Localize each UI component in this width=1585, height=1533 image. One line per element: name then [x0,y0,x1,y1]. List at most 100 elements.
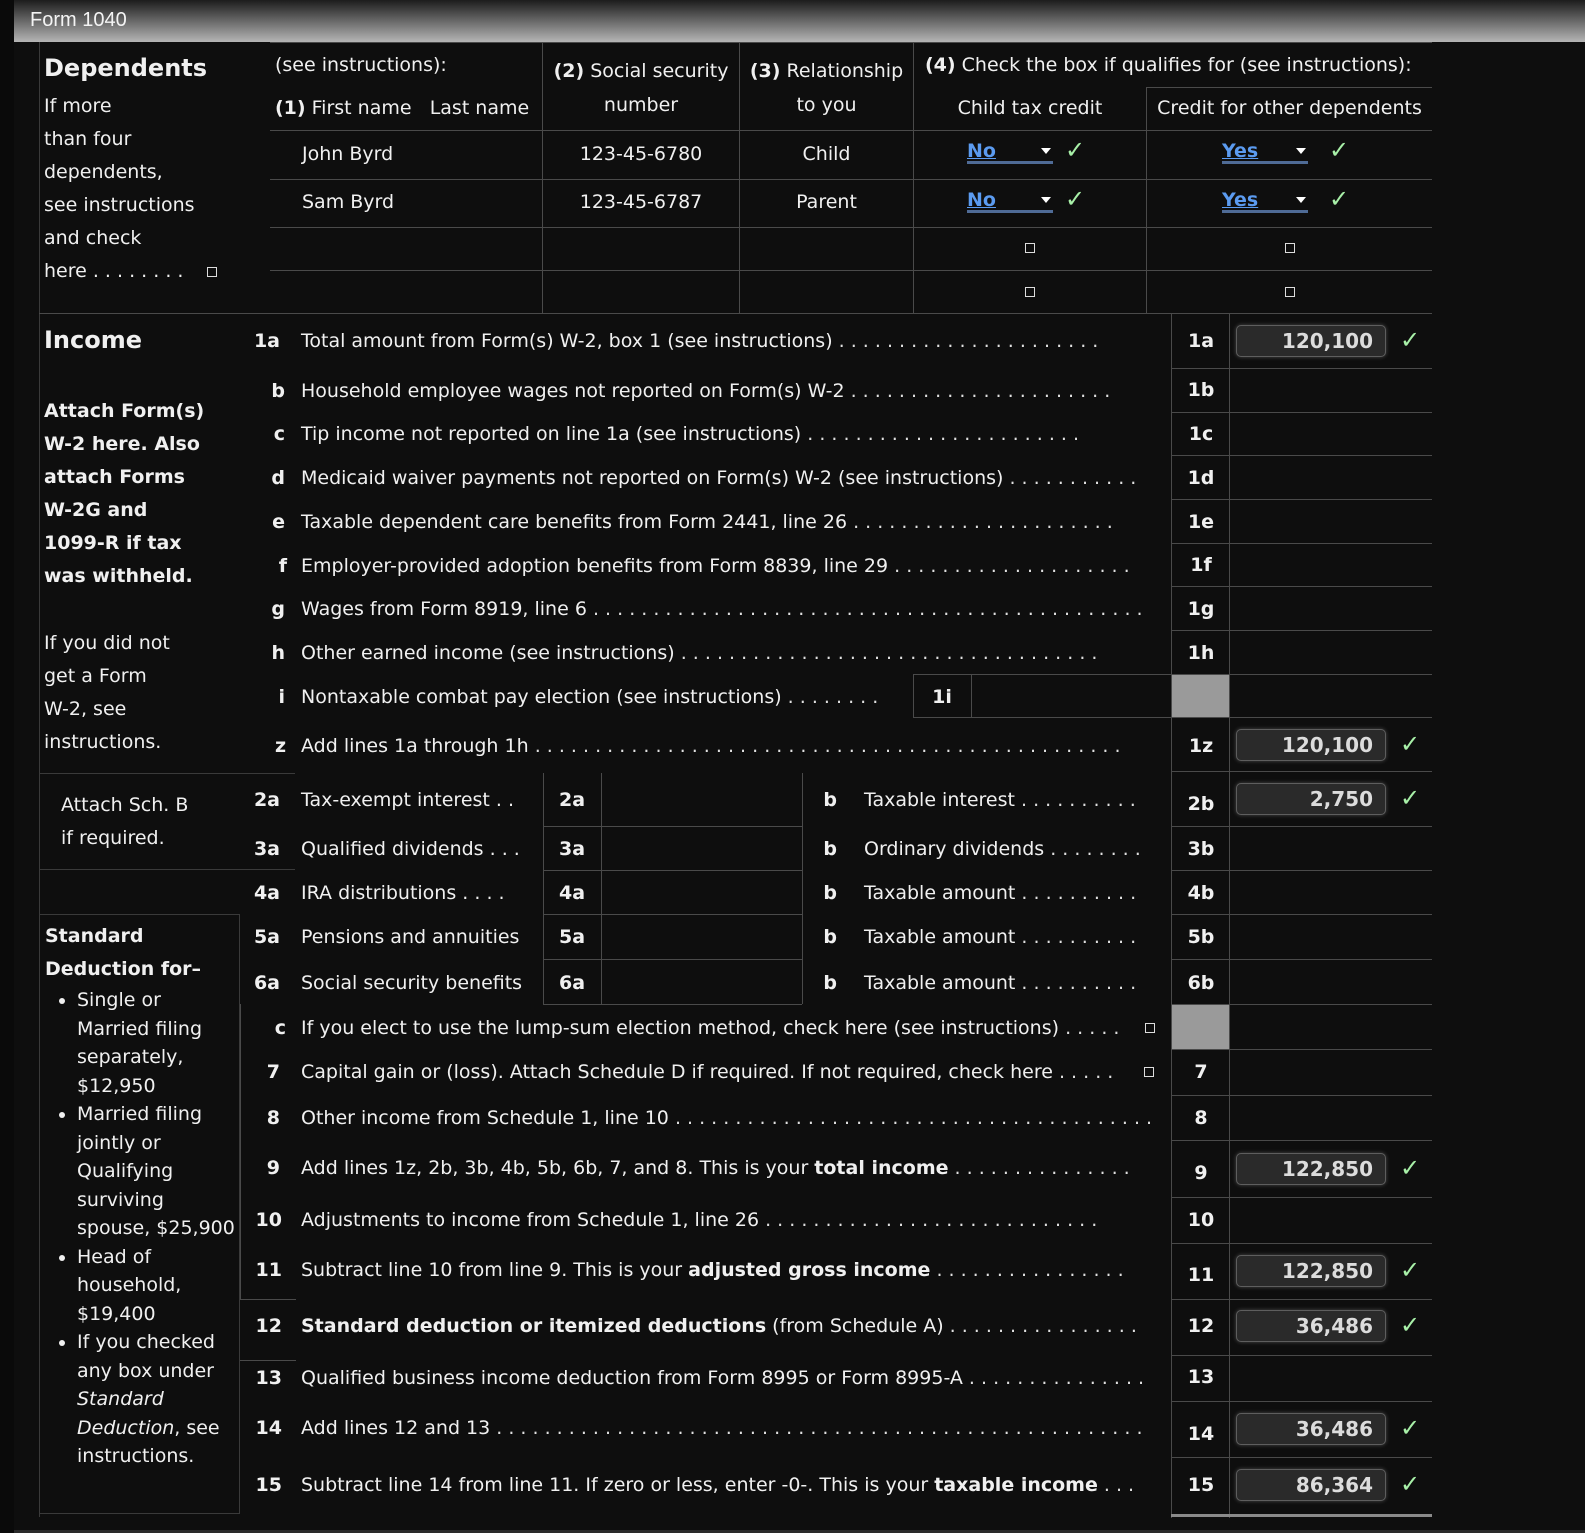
label-text: Add lines 1a through 1h [301,735,529,757]
line-1i-value-field[interactable] [972,675,1171,717]
line-4b-value-field[interactable] [1230,871,1432,914]
line-3a-value-field[interactable] [602,827,802,870]
line-8-value-field[interactable] [1230,1096,1432,1140]
leader-dots: . . . . . . . . . . . . . . . [962,1367,1145,1389]
grid-line [1171,1243,1432,1244]
dependent-2-relationship[interactable]: Parent [740,191,913,213]
dependent-1-name[interactable]: John Byrd [302,143,393,165]
note-line: Attach Form(s) [44,400,205,422]
dependent-4-other-credit-checkbox[interactable] [1285,287,1295,297]
leader-dots: . . . . . . . . [1044,838,1141,860]
line-1c-value-field[interactable] [1230,413,1432,455]
line-2a-value-field[interactable] [602,774,802,826]
income-title: Income [44,326,143,354]
line-10-value-field[interactable] [1230,1198,1432,1243]
line-1d-value-field[interactable] [1230,456,1432,499]
line-4a-num: 4a [253,882,280,904]
std-deduction-item: If you checked any box under Standard De… [77,1328,236,1471]
leader-dots: . . . . . . . . . . [1015,926,1137,948]
checkmark-icon: ✓ [1329,185,1350,213]
line-1z-value-field[interactable]: 120,100 [1236,729,1386,761]
label-bold: adjusted gross income [688,1259,931,1281]
leader-dots: . . . . . . . . . . [1014,789,1136,811]
col3-label2: to you [796,94,857,116]
grid-line [739,42,740,313]
dropdown-arrow-icon [1296,197,1306,203]
line-13-num: 13 [255,1367,282,1389]
dependent-2-other-credit-select[interactable]: Yes [1222,191,1308,213]
more-dependents-checkbox[interactable] [207,267,217,277]
dependent-2-ssn[interactable]: 123-45-6787 [543,191,739,213]
grid-line [543,1004,802,1005]
grid-line [1171,1457,1432,1458]
col4a-header: Child tax credit [957,97,1103,119]
dependent-1-relationship[interactable]: Child [740,143,913,165]
line-1c-label: Tip income not reported on line 1a (see … [301,423,1079,445]
dependent-1-ssn[interactable]: 123-45-6780 [543,143,739,165]
line-1g-value-field[interactable] [1230,587,1432,630]
line-1e-value-field[interactable] [1230,500,1432,543]
line-7-value-field[interactable] [1230,1050,1432,1095]
line-13-value-field[interactable] [1230,1356,1432,1401]
label-text: Taxable amount [864,882,1016,904]
grid-line [1171,313,1172,1518]
line-14-value-field[interactable]: 36,486 [1236,1413,1386,1445]
grid-line [914,87,1147,88]
line-1f-value-field[interactable] [1230,544,1432,586]
grid-line [270,42,1432,43]
line-6c-lump-sum-checkbox[interactable] [1145,1023,1155,1033]
line-2a-num: 2a [253,789,280,811]
checkmark-icon: ✓ [1400,1470,1421,1498]
label-bold: taxable income [934,1474,1098,1496]
std-deduction-item: Married filing jointly or Qualifying sur… [77,1100,236,1243]
dependent-3-other-credit-checkbox[interactable] [1285,243,1295,253]
leader-dots: . . . . . . . . . . . . . . . . . . . . … [668,1107,1153,1129]
col4-header: (4) Check the box if qualifies for (see … [925,54,1412,76]
line-4a-value-field[interactable] [602,871,802,914]
attach-w2-note: Attach Form(s) W-2 here. Also attach For… [44,395,244,593]
dependent-3-child-tax-credit-checkbox[interactable] [1025,243,1035,253]
label-text: Total amount from Form(s) W-2, box 1 (se… [301,330,833,352]
side-note-line: see instructions [44,194,195,216]
line-1h-value-field[interactable] [1230,631,1432,674]
line-6a-value-field[interactable] [602,960,802,1004]
checkmark-icon: ✓ [1400,1256,1421,1284]
dependent-2-child-tax-credit-select[interactable]: No [967,191,1053,213]
label-text: Subtract line 14 from line 11. If zero o… [301,1474,935,1496]
line-11-value-field[interactable]: 122,850 [1236,1255,1386,1287]
dependent-4-name[interactable] [270,271,542,313]
dependent-1-child-tax-credit-select[interactable]: No [967,142,1053,164]
leader-dots: . . . . . . . . . . . . . . . . . . . . … [832,330,1099,352]
line-1b-value-field[interactable] [1230,369,1432,412]
line-7-no-schedule-d-checkbox[interactable] [1144,1067,1154,1077]
line-1a-box: 1a [1187,330,1215,352]
line-3b-label: Ordinary dividends . . . . . . . . [864,838,1141,860]
line-15-value-field[interactable]: 86,364 [1236,1469,1386,1501]
label-text: Wages from Form 8919, line 6 [301,598,587,620]
leader-dots: . . . . . . . . . . . . . . . . [930,1259,1124,1281]
line-3b-box: 3b [1187,838,1215,860]
line-4a-box: 4a [558,882,586,904]
line-1f-label: Employer-provided adoption benefits from… [301,555,1130,577]
line-3b-value-field[interactable] [1230,827,1432,870]
line-13-label: Qualified business income deduction from… [301,1367,1144,1389]
label-text: (from Schedule A) [766,1315,944,1337]
dependent-1-other-credit-select[interactable]: Yes [1222,142,1308,164]
dependent-4-child-tax-credit-checkbox[interactable] [1025,287,1035,297]
col2-label2: number [603,94,679,116]
line-7-box: 7 [1194,1061,1208,1083]
grid-line [270,179,1432,180]
line-5b-value-field[interactable] [1230,915,1432,959]
line-1c-num: c [273,423,285,445]
line-9-value-field[interactable]: 122,850 [1236,1153,1386,1185]
dependent-3-name[interactable] [270,228,542,270]
col3-label: Relationship [786,60,904,82]
line-2b-label: Taxable interest . . . . . . . . . . [864,789,1136,811]
line-12-value-field[interactable]: 36,486 [1236,1310,1386,1342]
line-1a-value-field[interactable]: 120,100 [1236,325,1386,357]
line-2b-value-field[interactable]: 2,750 [1236,783,1386,815]
dependent-2-name[interactable]: Sam Byrd [302,191,394,213]
line-6b-value-field[interactable] [1230,960,1432,1004]
line-5a-value-field[interactable] [602,915,802,959]
line-6b-label: Taxable amount . . . . . . . . . . [864,972,1136,994]
